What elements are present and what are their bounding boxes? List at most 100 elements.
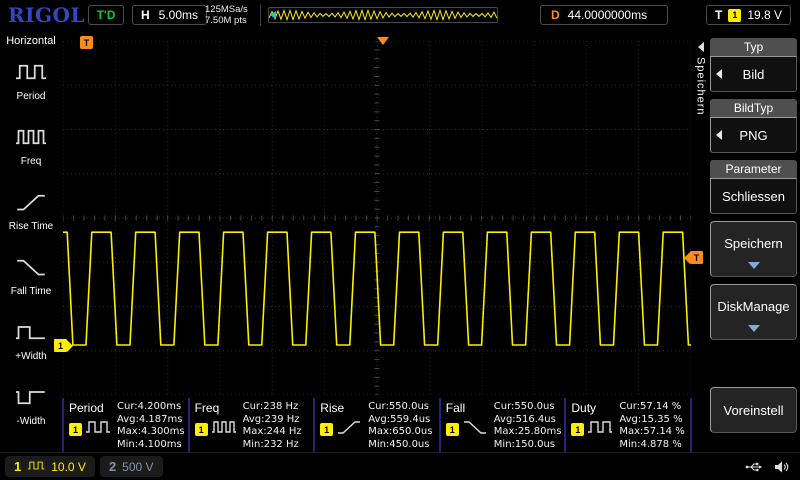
measurement-panel-duty: Duty 1 Cur:57.14 % Avg:15.35 % Max:57.14… <box>564 398 690 452</box>
measurement-cur: Cur:57.14 % <box>619 401 688 414</box>
menu-button-diskmanage[interactable]: DiskManage <box>710 284 797 340</box>
collapse-menu-icon <box>698 42 704 52</box>
sidebar-item-label: -Width <box>17 416 46 427</box>
measurement-avg: Avg:15.35 % <box>619 414 688 427</box>
plus-width-icon <box>14 322 48 347</box>
sidebar-item-minus-width[interactable]: -Width <box>2 374 60 439</box>
channel-1-badge: 1 <box>571 423 584 436</box>
measurement-panel-period: Period 1 Cur:4.200ms Avg:4.187ms Max:4.3… <box>62 398 188 452</box>
menu-group-typ: Typ Bild <box>710 38 797 92</box>
rise-time-icon <box>14 192 48 217</box>
top-status-bar: RIGOL T'D H 5.00ms 125MSa/s 7.50M pts D … <box>0 0 800 30</box>
trigger-source-badge: 1 <box>728 9 741 22</box>
channel-1-badge: 1 <box>446 423 459 436</box>
channel-1-badge: 1 <box>195 423 208 436</box>
measurement-panel-fall: Fall 1 Cur:550.0us Avg:516.4us Max:25.80… <box>439 398 565 452</box>
measurement-panel-freq: Freq 1 Cur:238 Hz Avg:239 Hz Max:244 Hz … <box>188 398 314 452</box>
measurement-cur: Cur:238 Hz <box>243 401 312 414</box>
measurement-avg: Avg:4.187ms <box>117 414 186 427</box>
sidebar-item-label: Rise Time <box>9 221 53 232</box>
down-arrow-icon <box>748 325 760 332</box>
menu-button-label: DiskManage <box>717 299 789 314</box>
softkey-menu: Speichern Typ Bild BildTyp PNG Parameter <box>693 30 800 452</box>
channel-1-chip[interactable]: 1 10.0 V <box>5 456 95 477</box>
menu-button-label: Voreinstell <box>724 403 784 418</box>
period-waveform-icon <box>85 419 111 440</box>
trigger-time-marker: T <box>80 36 93 49</box>
sidebar-item-rise-time[interactable]: Rise Time <box>2 179 60 244</box>
trigger-level-marker: T <box>684 251 703 264</box>
channel-1-scale: 10.0 V <box>51 460 86 474</box>
scope-display: T T 1 <box>62 30 692 398</box>
usb-icon <box>745 460 763 474</box>
menu-value-label: Schliessen <box>722 189 785 204</box>
fall-waveform-icon <box>462 419 488 440</box>
graticule-and-trace <box>63 41 691 395</box>
freq-icon <box>14 127 48 152</box>
ch1-ground-marker: 1 <box>54 339 73 352</box>
channel-1-number: 1 <box>14 459 21 474</box>
channel-2-scale: 500 V <box>122 460 153 474</box>
oscilloscope-screen: RIGOL T'D H 5.00ms 125MSa/s 7.50M pts D … <box>0 0 800 480</box>
measurement-name: Period <box>69 401 115 415</box>
measurement-max: Max:650.0us <box>368 426 437 439</box>
fall-time-icon <box>14 257 48 282</box>
measurement-max: Max:4.300ms <box>117 426 186 439</box>
measurement-cur: Cur:550.0us <box>494 401 563 414</box>
trigger-status-badge: T'D <box>88 5 124 25</box>
softkey-buttons: Typ Bild BildTyp PNG Parameter Schliesse… <box>710 38 797 433</box>
trigger-level-label: T <box>690 251 703 264</box>
measurement-max: Max:25.80ms <box>494 426 563 439</box>
menu-value-label: PNG <box>739 128 767 143</box>
sidebar-item-freq[interactable]: Freq <box>2 114 60 179</box>
menu-tab-speichern[interactable]: Speichern <box>693 42 708 116</box>
rigol-logo: RIGOL <box>8 3 85 27</box>
trigger-readout: T 1 19.8 V <box>706 5 791 25</box>
menu-tab-label: Speichern <box>695 57 707 116</box>
menu-group-bildtyp: BildTyp PNG <box>710 99 797 153</box>
freq-waveform-icon <box>211 419 237 440</box>
acquisition-readout: 125MSa/s 7.50M pts <box>205 4 248 26</box>
channel-2-number: 2 <box>109 459 116 474</box>
sidebar-item-plus-width[interactable]: +Width <box>2 309 60 374</box>
sidebar-item-period[interactable]: Period <box>2 49 60 114</box>
channel-1-badge: 1 <box>69 423 82 436</box>
ch1-ground-label: 1 <box>54 339 67 352</box>
menu-value-bild[interactable]: Bild <box>710 56 797 92</box>
measurement-max: Max:244 Hz <box>243 426 312 439</box>
sidebar-item-label: Fall Time <box>11 286 52 297</box>
measurement-min: Min:150.0us <box>494 439 563 452</box>
trigger-label: T <box>715 8 722 22</box>
measurement-name: Rise <box>320 401 366 415</box>
minus-width-icon <box>14 387 48 412</box>
preview-cursor-icon <box>270 11 276 19</box>
sidebar-item-fall-time[interactable]: Fall Time <box>2 244 60 309</box>
measurement-min: Min:450.0us <box>368 439 437 452</box>
ch1-ground-arrow-icon <box>67 340 73 352</box>
timebase-readout: H 5.00ms <box>132 5 207 25</box>
measurement-bar: Period 1 Cur:4.200ms Avg:4.187ms Max:4.3… <box>62 398 692 452</box>
measure-category-title: Horizontal <box>6 35 56 47</box>
channel-2-chip[interactable]: 2 500 V <box>100 456 163 477</box>
menu-value-png[interactable]: PNG <box>710 117 797 153</box>
menu-button-speichern[interactable]: Speichern <box>710 221 797 277</box>
period-icon <box>14 62 48 87</box>
menu-button-voreinstell[interactable]: Voreinstell <box>710 387 797 433</box>
delay-value: 44.0000000ms <box>568 8 647 22</box>
duty-waveform-icon <box>587 419 613 440</box>
menu-value-schliessen[interactable]: Schliessen <box>710 178 797 214</box>
channel-status-bar: 1 10.0 V 2 500 V <box>0 452 800 480</box>
memory-depth: 7.50M pts <box>205 15 248 26</box>
menu-header-typ: Typ <box>710 38 797 56</box>
waveform-preview-strip <box>268 7 498 23</box>
measurement-avg: Avg:239 Hz <box>243 414 312 427</box>
measurement-cur: Cur:4.200ms <box>117 401 186 414</box>
delay-label: D <box>551 8 560 22</box>
sidebar-item-label: Freq <box>21 156 42 167</box>
sample-rate: 125MSa/s <box>205 4 248 15</box>
channel-1-waveform-icon <box>27 458 45 476</box>
topbar-divider <box>260 4 261 26</box>
left-arrow-icon <box>716 130 722 140</box>
menu-group-parameter: Parameter Schliessen <box>710 160 797 214</box>
measurement-min: Min:4.100ms <box>117 439 186 452</box>
